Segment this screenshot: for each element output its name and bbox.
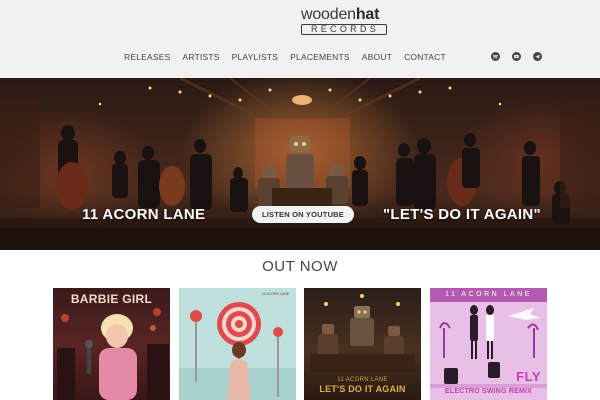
nav-item-placements[interactable]: PLACEMENTS — [290, 51, 350, 63]
hero-left-title: 11 ACORN LANE — [82, 206, 206, 223]
logo-records: RECORDS — [301, 24, 387, 35]
album-artist: 11 ACORN LANE — [445, 291, 532, 298]
album-title: LET'S DO IT AGAIN — [319, 384, 406, 394]
nav-item-artists[interactable]: ARTISTS — [182, 51, 219, 63]
youtube-icon[interactable] — [512, 52, 521, 61]
album-card-lets-do-it-again[interactable]: 11 ACORN LANE LET'S DO IT AGAIN — [304, 288, 421, 400]
album-tag: 11 ACORN LANE — [261, 292, 289, 296]
hero-illustration — [0, 78, 600, 250]
logo-wordmark: woodenhat — [301, 6, 380, 23]
out-now-heading: OUT NOW — [262, 258, 338, 275]
nav-item-releases[interactable]: RELEASES — [124, 51, 170, 63]
album-artist: 11 ACORN LANE — [337, 377, 388, 383]
album-card-fly[interactable]: 11 ACORN LANE FLY ELECTRO SWING REMIX — [430, 288, 547, 400]
album-subtitle: ELECTRO SWING REMIX — [444, 388, 533, 395]
site-logo[interactable]: woodenhat RECORDS — [301, 7, 387, 35]
album-card-barbie-girl[interactable]: BARBIE GIRL — [53, 288, 170, 400]
hero-right-title: "LET'S DO IT AGAIN" — [383, 206, 541, 223]
main-nav: RELEASES ARTISTS PLAYLISTS PLACEMENTS AB… — [124, 51, 458, 63]
telegram-icon[interactable] — [533, 52, 542, 61]
site-header: woodenhat RECORDS RELEASES ARTISTS PLAYL… — [0, 0, 600, 78]
album-title: BARBIE GIRL — [70, 292, 153, 306]
hero-banner: 11 ACORN LANE LISTEN ON YOUTUBE "LET'S D… — [0, 78, 600, 250]
album-card-lollipop[interactable]: 11 ACORN LANE — [179, 288, 296, 400]
listen-on-youtube-button[interactable]: LISTEN ON YOUTUBE — [252, 206, 354, 223]
album-title: FLY — [516, 369, 541, 384]
nav-item-playlists[interactable]: PLAYLISTS — [232, 51, 279, 63]
nav-item-contact[interactable]: CONTACT — [404, 51, 446, 63]
spotify-icon[interactable] — [491, 52, 500, 61]
album-cover-art — [179, 302, 296, 400]
nav-item-about[interactable]: ABOUT — [362, 51, 392, 63]
